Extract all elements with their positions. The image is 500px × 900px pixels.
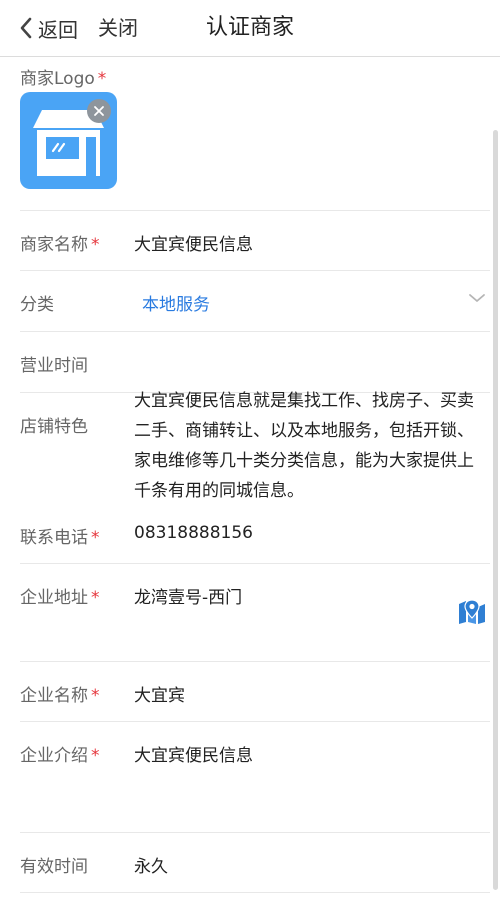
company-intro-label: 企业介绍 * (20, 746, 100, 766)
merchant-name-input[interactable]: 大宜宾便民信息 (134, 230, 253, 255)
divider (20, 270, 490, 271)
back-button[interactable]: 返回 (18, 12, 78, 44)
divider (20, 832, 490, 833)
company-intro-textarea[interactable]: 大宜宾便民信息 (134, 741, 253, 766)
required-mark: * (91, 686, 100, 706)
close-button[interactable]: 关闭 (98, 12, 138, 44)
address-label: 企业地址 * (20, 588, 100, 608)
map-pin-icon[interactable] (458, 597, 486, 625)
company-name-input[interactable]: 大宜宾 (134, 681, 185, 706)
phone-input[interactable]: 08318888156 (134, 523, 253, 543)
nav-bar: 返回 关闭 认证商家 (0, 0, 500, 57)
divider (20, 721, 490, 722)
divider (20, 331, 490, 332)
phone-label: 联系电话 * (20, 528, 100, 548)
required-mark: * (91, 528, 100, 548)
divider (20, 210, 490, 211)
features-textarea[interactable]: 大宜宾便民信息就是集找工作、找房子、买卖二手、商铺转让、以及本地服务，包括开锁、… (134, 386, 488, 506)
chevron-left-icon (20, 17, 32, 39)
company-name-label: 企业名称 * (20, 686, 100, 706)
required-mark: * (91, 588, 100, 608)
category-label: 分类 (20, 295, 54, 315)
features-label: 店铺特色 (20, 417, 88, 437)
divider (20, 892, 490, 893)
business-hours-label: 营业时间 (20, 356, 88, 376)
required-mark: * (91, 746, 100, 766)
merchant-name-label: 商家名称 * (20, 235, 100, 255)
logo-label: 商家Logo * (20, 69, 107, 89)
required-mark: * (97, 69, 107, 89)
required-mark: * (91, 235, 100, 255)
close-icon (94, 106, 104, 116)
remove-logo-button[interactable] (87, 99, 111, 123)
address-input[interactable]: 龙湾壹号-西门 (134, 583, 242, 608)
category-select[interactable]: 本地服务 (142, 290, 210, 315)
validity-value[interactable]: 永久 (134, 852, 168, 877)
validity-label: 有效时间 (20, 857, 88, 877)
divider (20, 563, 490, 564)
divider (20, 661, 490, 662)
chevron-down-icon[interactable] (468, 292, 486, 304)
scrollbar[interactable] (493, 130, 498, 890)
back-label: 返回 (38, 17, 78, 42)
